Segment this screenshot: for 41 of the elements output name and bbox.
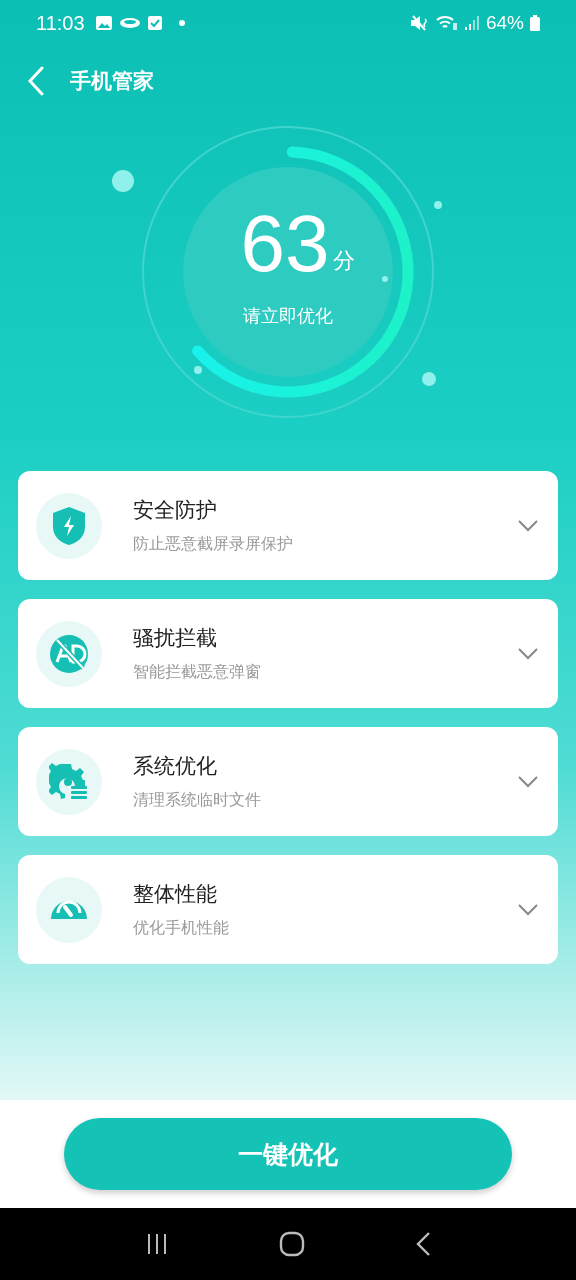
bubble <box>434 201 442 209</box>
score-value: 63 <box>240 202 330 286</box>
score-hint: 请立即优化 <box>243 304 333 328</box>
status-time: 11:03 <box>36 11 85 35</box>
feature-title: 整体性能 <box>133 881 218 908</box>
recent-apps-icon[interactable] <box>145 1232 169 1256</box>
feature-description: 智能拦截恶意弹窗 <box>133 662 262 683</box>
mute-icon <box>409 15 430 31</box>
chevron-down-icon <box>518 519 538 532</box>
bubble <box>382 276 388 282</box>
bubble <box>112 170 134 192</box>
back-nav-icon[interactable] <box>415 1231 431 1257</box>
bubble <box>422 372 436 386</box>
feature-title: 系统优化 <box>133 753 218 780</box>
feature-title: 骚扰拦截 <box>133 625 218 652</box>
ad-block-icon <box>49 633 89 674</box>
score-unit: 分 <box>333 247 356 275</box>
shield-icon <box>51 505 87 546</box>
page-title: 手机管家 <box>70 68 154 95</box>
battery-icon <box>530 15 540 31</box>
signal-icon <box>463 15 480 31</box>
feature-description: 防止恶意截屏录屏保护 <box>133 534 294 555</box>
chevron-down-icon <box>518 903 538 916</box>
chevron-down-icon <box>518 647 538 660</box>
bubble <box>194 366 202 374</box>
feature-card[interactable]: 系统优化 清理系统临时文件 <box>18 727 558 836</box>
task-icon <box>146 15 163 31</box>
feature-title: 安全防护 <box>133 497 218 524</box>
speedometer-icon <box>50 899 88 920</box>
feature-card[interactable]: 骚扰拦截 智能拦截恶意弹窗 <box>18 599 558 708</box>
feature-description: 优化手机性能 <box>133 918 230 939</box>
wifi-icon <box>435 15 458 31</box>
home-icon[interactable] <box>279 1231 305 1257</box>
battery-percent: 64% <box>485 12 524 34</box>
feature-card[interactable]: 整体性能 优化手机性能 <box>18 855 558 964</box>
gallery-icon <box>94 15 113 31</box>
feature-card[interactable]: 安全防护 防止恶意截屏录屏保护 <box>18 471 558 580</box>
chevron-down-icon <box>518 775 538 788</box>
notification-dot-icon <box>178 20 185 26</box>
feature-description: 清理系统临时文件 <box>133 790 262 811</box>
gear-list-icon <box>49 761 89 802</box>
